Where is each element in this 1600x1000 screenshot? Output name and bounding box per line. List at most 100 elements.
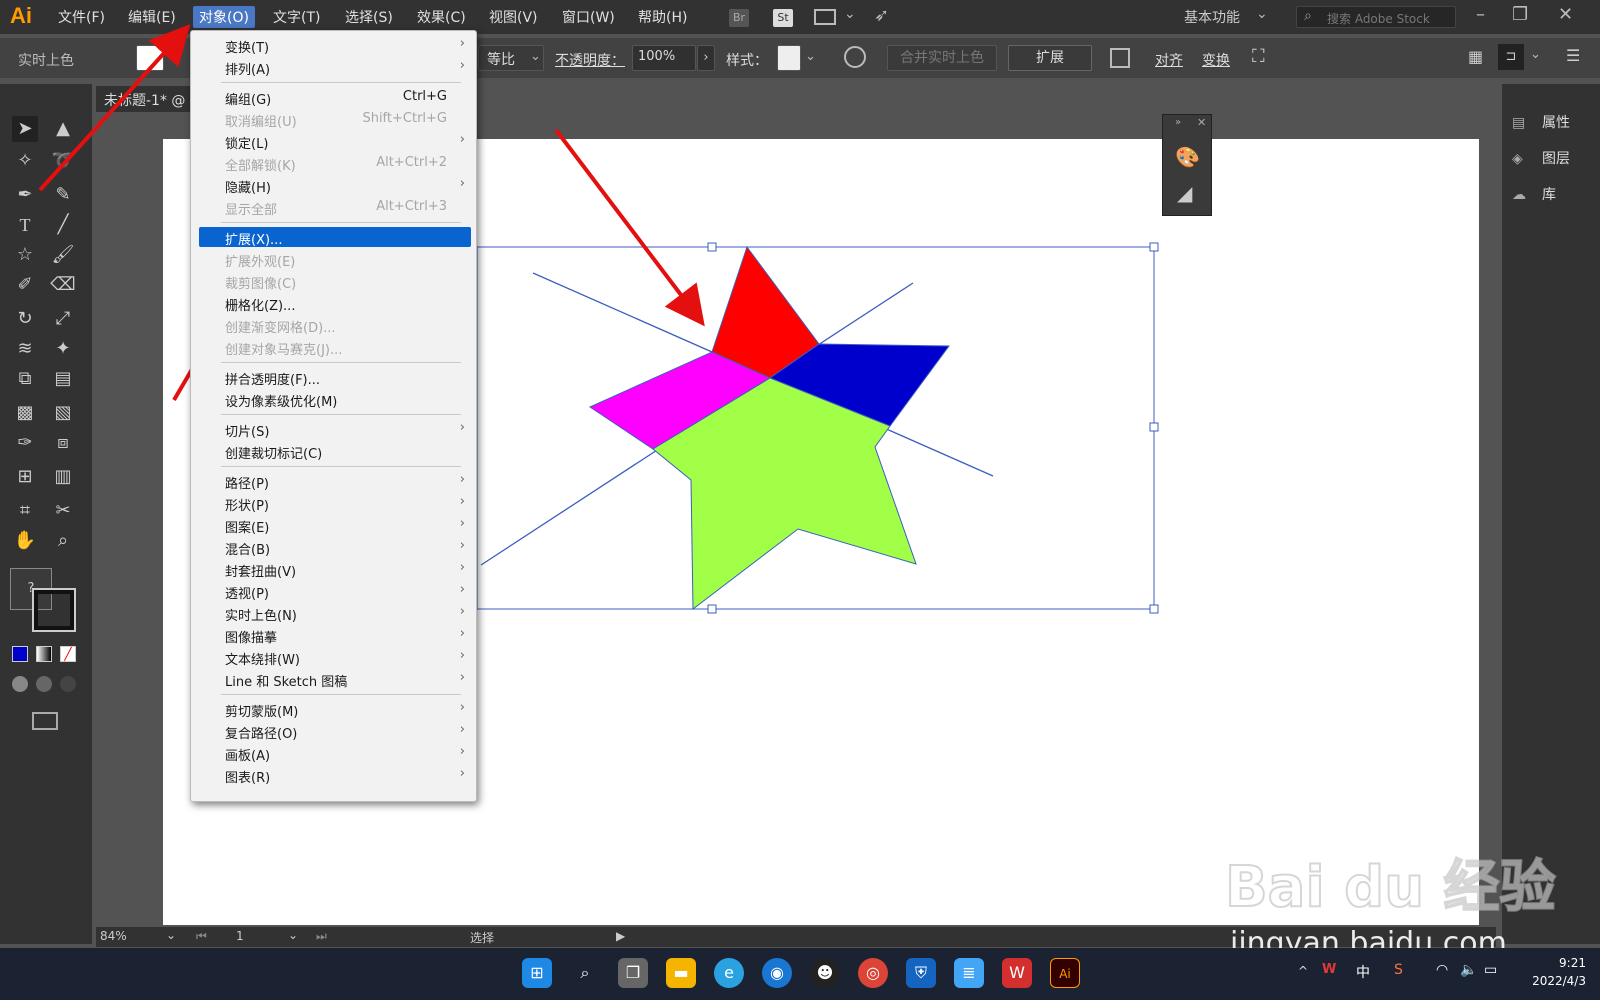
menu-item-label: 切片(S) (225, 425, 270, 440)
palette-icon[interactable]: 🎨 (1175, 145, 1200, 169)
wps-icon[interactable]: W (1002, 958, 1032, 988)
menu-item-shortcut: Alt+Ctrl+2 (376, 155, 447, 170)
submenu-arrow-icon: › (459, 494, 465, 509)
menu-item-label: 文本绕排(W) (225, 653, 300, 668)
menu-item[interactable]: 剪切蒙版(M) › (199, 699, 471, 720)
wifi-icon[interactable]: ◠ (1436, 962, 1448, 978)
submenu-arrow-icon: › (459, 560, 465, 575)
submenu-arrow-icon: › (459, 176, 465, 191)
submenu-arrow-icon: › (459, 766, 465, 781)
object-menu-dropdown: 变换(T) › 排列(A) › 编组(G) Ctrl+G 取消编组(U) Shift+Ctrl… (190, 30, 477, 802)
ime-indicator[interactable]: 中 (1356, 962, 1370, 982)
tray-chevron-icon[interactable]: ^ (1298, 964, 1308, 978)
menu-item[interactable]: 实时上色(N) › (199, 603, 471, 624)
properties-panel-button[interactable]: ▤ 属性 (1512, 112, 1570, 132)
menu-item[interactable]: 设为像素级优化(M) (199, 389, 471, 410)
chrome-icon[interactable]: ◎ (858, 958, 888, 988)
layers-panel-button[interactable]: ◈ 图层 (1512, 148, 1570, 168)
menu-item[interactable]: 扩展(X)... (199, 227, 471, 248)
menu-item-label: 创建裁切标记(C) (225, 447, 323, 462)
menu-item-label: 显示全部 (225, 203, 278, 218)
menu-item[interactable]: 排列(A) › (199, 57, 471, 78)
play-icon[interactable]: ▶ (616, 929, 625, 943)
page-number[interactable]: 1 (236, 929, 244, 943)
menu-item-label: 创建对象马赛克(J)... (225, 343, 343, 358)
submenu-arrow-icon: › (459, 538, 465, 553)
start-icon[interactable]: ⊞ (522, 958, 552, 988)
submenu-arrow-icon: › (459, 648, 465, 663)
annotation-arrow (554, 128, 705, 327)
menu-item[interactable]: 切片(S) › (199, 419, 471, 440)
menu-item: 全部解锁(K) Alt+Ctrl+2 (199, 153, 471, 174)
menu-item-label: 拼合透明度(F)... (225, 373, 321, 388)
task-view-icon[interactable]: ❐ (618, 958, 648, 988)
collapse-icon[interactable]: » (1175, 117, 1181, 128)
edge-icon[interactable]: e (714, 958, 744, 988)
menu-item[interactable]: 编组(G) Ctrl+G (199, 87, 471, 108)
time: 9:21 (1559, 956, 1586, 970)
menu-item-label: 剪切蒙版(M) (225, 705, 299, 720)
zoom-level[interactable]: 84% (100, 929, 127, 943)
submenu-arrow-icon: › (459, 420, 465, 435)
menu-item[interactable]: 透视(P) › (199, 581, 471, 602)
menu-item[interactable]: 锁定(L) › (199, 131, 471, 152)
menu-item[interactable]: 文本绕排(W) › (199, 647, 471, 668)
wps-tray-icon[interactable]: W (1322, 962, 1336, 977)
notepad-icon[interactable]: ≣ (954, 958, 984, 988)
sogou-icon[interactable]: S (1394, 962, 1403, 978)
menu-item-label: 栅格化(Z)... (225, 299, 296, 314)
search-icon[interactable]: ⌕ (570, 958, 600, 988)
libraries-panel-button[interactable]: ☁ 库 (1512, 184, 1556, 204)
menu-item[interactable]: 路径(P) › (199, 471, 471, 492)
menu-item[interactable]: 拼合透明度(F)... (199, 367, 471, 388)
menu-item-label: 图案(E) (225, 521, 270, 536)
menu-item[interactable]: 画板(A) › (199, 743, 471, 764)
menu-item[interactable]: 栅格化(Z)... (199, 293, 471, 314)
volume-icon[interactable]: 🔈 (1460, 962, 1477, 978)
menu-item-label: 全部解锁(K) (225, 159, 296, 174)
menu-item-label: 封套扭曲(V) (225, 565, 297, 580)
last-page-icon[interactable]: ⏭ (316, 929, 327, 944)
menu-item[interactable]: 形状(P) › (199, 493, 471, 514)
menu-separator (221, 362, 461, 363)
security-icon[interactable]: ⛨ (906, 958, 936, 988)
menu-item[interactable]: 复合路径(O) › (199, 721, 471, 742)
menu-item[interactable]: 创建裁切标记(C) (199, 441, 471, 462)
menu-item: 显示全部 Alt+Ctrl+3 (199, 197, 471, 218)
floating-panel: » ✕ 🎨 ◢ (1162, 114, 1212, 216)
menu-item-label: 扩展外观(E) (225, 255, 296, 270)
annotation-arrow (38, 24, 191, 192)
menu-item-label: 隐藏(H) (225, 181, 271, 196)
clock[interactable]: 9:21 2022/4/3 (1532, 954, 1586, 990)
submenu-arrow-icon: › (459, 582, 465, 597)
menu-item-shortcut: Alt+Ctrl+3 (376, 199, 447, 214)
qq-icon[interactable]: ☻ (810, 958, 840, 988)
right-panel: ▤ 属性 ◈ 图层 ☁ 库 (1502, 84, 1600, 944)
close-icon[interactable]: ✕ (1197, 116, 1206, 129)
menu-item[interactable]: 图案(E) › (199, 515, 471, 536)
menu-item-label: 混合(B) (225, 543, 271, 558)
menu-item-label: 画板(A) (225, 749, 271, 764)
chevron-down-icon[interactable]: ⌄ (166, 928, 176, 942)
battery-icon[interactable]: ▭ (1484, 962, 1497, 978)
submenu-arrow-icon: › (459, 516, 465, 531)
menu-item[interactable]: 图表(R) › (199, 765, 471, 786)
menu-item[interactable]: Line 和 Sketch 图稿 › (199, 669, 471, 690)
menu-item-label: 透视(P) (225, 587, 269, 602)
first-page-icon[interactable]: ⏮ (196, 929, 207, 944)
chevron-down-icon[interactable]: ⌄ (288, 928, 298, 942)
file-explorer-icon[interactable]: ▬ (666, 958, 696, 988)
menu-separator (221, 82, 461, 83)
menu-item-label: 图像描摹 (225, 631, 278, 646)
submenu-arrow-icon: › (459, 700, 465, 715)
menu-item[interactable]: 封套扭曲(V) › (199, 559, 471, 580)
illustrator-icon[interactable]: Ai (1050, 958, 1080, 988)
menu-item[interactable]: 混合(B) › (199, 537, 471, 558)
submenu-arrow-icon: › (459, 626, 465, 641)
menu-item[interactable]: 变换(T) › (199, 35, 471, 56)
menu-item[interactable]: 隐藏(H) › (199, 175, 471, 196)
gradient-icon[interactable]: ◢ (1177, 181, 1192, 205)
menu-item-label: 图表(R) (225, 771, 271, 786)
menu-item[interactable]: 图像描摹 › (199, 625, 471, 646)
zoom-icon[interactable]: ◉ (762, 958, 792, 988)
